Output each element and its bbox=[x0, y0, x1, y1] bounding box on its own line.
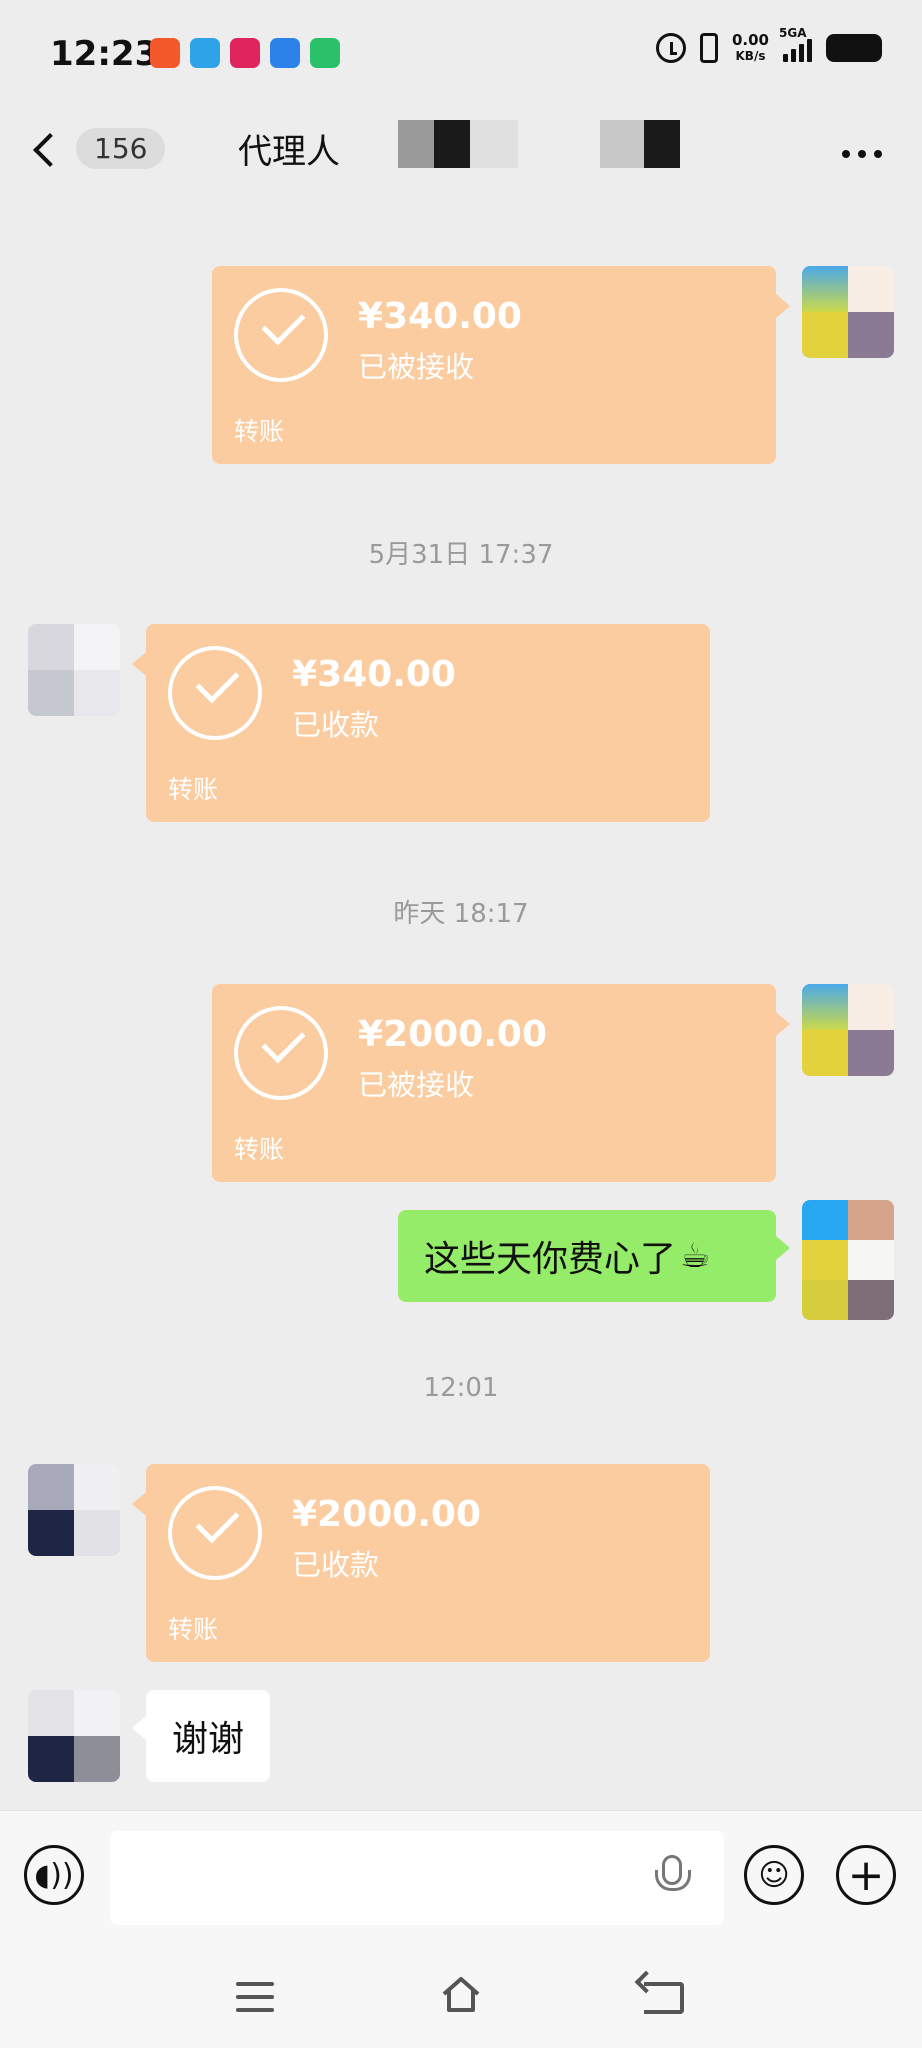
app-notification-icon bbox=[230, 38, 260, 68]
status-bar: 12:23 0.00 KB/s 5GA bbox=[0, 0, 922, 110]
smiley-icon[interactable]: ☺ bbox=[744, 1845, 804, 1905]
network-speed: 0.00 KB/s bbox=[732, 32, 769, 64]
alarm-icon bbox=[655, 33, 686, 63]
plus-circle-icon[interactable]: + bbox=[836, 1845, 896, 1905]
unread-count-badge[interactable]: 156 bbox=[76, 128, 166, 169]
menu-icon[interactable] bbox=[236, 1982, 274, 2012]
message-timestamp: 12:01 bbox=[423, 1373, 499, 1403]
transfer-amount: ¥2000.00 bbox=[358, 1014, 548, 1055]
transfer-status: 已被接收 bbox=[358, 1068, 475, 1102]
message-input[interactable] bbox=[110, 1831, 724, 1925]
input-bar: ◖)) ☺ + bbox=[0, 1810, 922, 1939]
app-notification-icon bbox=[150, 38, 180, 68]
signal-icon: 5GA bbox=[779, 26, 812, 62]
transfer-amount: ¥2000.00 bbox=[292, 1494, 482, 1535]
home-icon[interactable] bbox=[440, 1974, 482, 2016]
signal-bar bbox=[783, 54, 788, 62]
check-circle-icon bbox=[168, 1486, 262, 1580]
transfer-card[interactable]: ¥340.00 已被接收 转账 bbox=[212, 266, 790, 464]
transfer-card[interactable]: ¥340.00 已收款 转账 bbox=[132, 624, 710, 822]
transfer-label: 转账 bbox=[168, 775, 219, 804]
network-speed-value: 0.00 bbox=[731, 31, 769, 49]
message-timestamp: 昨天 18:17 bbox=[393, 899, 529, 929]
chevron-left-icon[interactable] bbox=[33, 133, 67, 167]
transfer-label: 转账 bbox=[234, 417, 285, 446]
app-notification-icon bbox=[190, 38, 220, 68]
microphone-icon[interactable] bbox=[655, 1855, 691, 1891]
check-circle-icon bbox=[234, 288, 328, 382]
transfer-card[interactable]: ¥2000.00 已收款 转账 bbox=[132, 1464, 710, 1662]
back-icon[interactable] bbox=[644, 1982, 684, 2014]
status-indicators: 0.00 KB/s 5GA bbox=[655, 26, 882, 64]
outgoing-text-bubble[interactable]: 这些天你费心了 ☕ bbox=[398, 1210, 790, 1302]
transfer-status: 已收款 bbox=[292, 708, 380, 742]
chat-header: 156 代理人 bbox=[0, 110, 922, 200]
voice-wave-icon[interactable]: ◖)) bbox=[24, 1845, 84, 1905]
redacted-title-mosaic bbox=[600, 120, 680, 168]
signal-bar bbox=[807, 39, 812, 62]
incoming-text-bubble[interactable]: 谢谢 bbox=[131, 1690, 271, 1782]
transfer-status: 已收款 bbox=[292, 1548, 380, 1582]
battery-icon bbox=[826, 34, 882, 62]
transfer-amount: ¥340.00 bbox=[358, 296, 522, 337]
check-circle-icon bbox=[168, 646, 262, 740]
transfer-label: 转账 bbox=[168, 1615, 219, 1644]
network-type: 5GA bbox=[779, 26, 807, 40]
signal-bar bbox=[799, 44, 804, 62]
chat-title: 代理人 bbox=[238, 132, 340, 172]
app-notification-icon bbox=[270, 38, 300, 68]
message-timestamp: 5月31日 17:37 bbox=[368, 540, 554, 570]
check-circle-icon bbox=[234, 1006, 328, 1100]
message-text: 这些天你费心了 bbox=[424, 1239, 677, 1280]
transfer-label: 转账 bbox=[234, 1135, 285, 1164]
ellipsis-icon[interactable] bbox=[842, 150, 882, 158]
system-nav-bar bbox=[0, 1938, 922, 2048]
transfer-status: 已被接收 bbox=[358, 350, 475, 384]
message-text: 谢谢 bbox=[172, 1719, 245, 1760]
vibrate-icon bbox=[699, 33, 718, 63]
contact-avatar[interactable] bbox=[28, 624, 120, 716]
network-speed-unit: KB/s bbox=[735, 49, 766, 63]
contact-avatar[interactable] bbox=[28, 1690, 120, 1782]
signal-bar bbox=[791, 49, 796, 62]
transfer-card[interactable]: ¥2000.00 已被接收 转账 bbox=[212, 984, 790, 1182]
my-avatar[interactable] bbox=[802, 266, 894, 358]
redacted-title-mosaic bbox=[398, 120, 518, 168]
notification-icons bbox=[150, 38, 340, 68]
my-avatar[interactable] bbox=[802, 1200, 894, 1320]
app-notification-icon bbox=[310, 38, 340, 68]
my-avatar[interactable] bbox=[802, 984, 894, 1076]
contact-avatar[interactable] bbox=[28, 1464, 120, 1556]
transfer-amount: ¥340.00 bbox=[292, 654, 456, 695]
coffee-icon: ☕ bbox=[680, 1236, 711, 1276]
status-time: 12:23 bbox=[50, 34, 159, 74]
